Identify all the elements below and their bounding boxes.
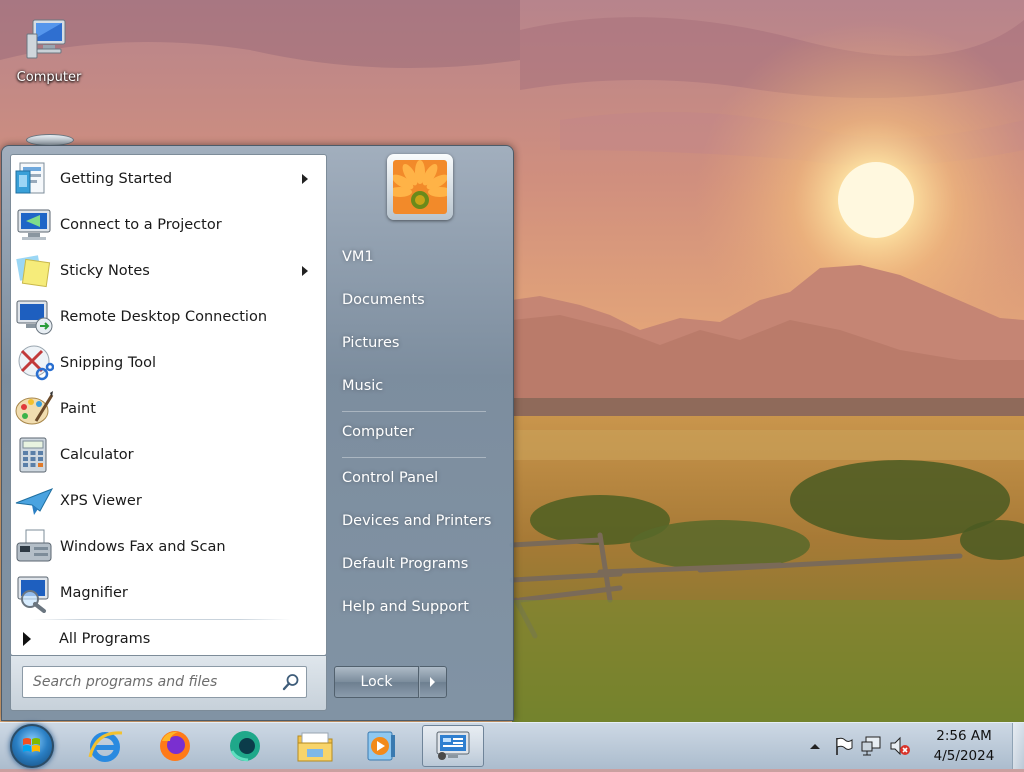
start-menu-places-pane: VM1 Documents Pictures Music Computer Co… xyxy=(327,146,513,720)
start-item-label: Calculator xyxy=(60,447,134,463)
scissors-icon xyxy=(14,343,55,383)
media-player-icon xyxy=(367,731,395,761)
start-item-label: Windows Fax and Scan xyxy=(60,539,226,555)
show-desktop-button[interactable] xyxy=(1012,723,1024,769)
clock-time: 2:56 AM xyxy=(936,728,992,744)
clock-date: 4/5/2024 xyxy=(933,748,995,764)
search-input[interactable] xyxy=(31,667,280,697)
start-item-magnifier[interactable]: Magnifier xyxy=(14,571,320,615)
start-item-label: Sticky Notes xyxy=(60,263,150,279)
network-icon[interactable] xyxy=(860,735,884,757)
chevron-up-icon xyxy=(810,744,820,749)
start-item-label: Paint xyxy=(60,401,96,417)
submenu-arrow-icon[interactable] xyxy=(302,174,308,184)
start-menu-programs-pane: Getting Started Connect to a Projector S… xyxy=(10,154,327,656)
start-item-snipping-tool[interactable]: Snipping Tool xyxy=(14,341,320,385)
start-item-xps-viewer[interactable]: XPS Viewer xyxy=(14,479,320,523)
computer-icon xyxy=(25,16,73,64)
places-separator xyxy=(342,457,486,458)
projector-icon xyxy=(14,205,54,245)
getting-started-icon xyxy=(14,159,54,199)
desktop-icon-label: Computer xyxy=(16,70,82,85)
all-programs-arrow-icon xyxy=(23,632,31,646)
chevron-right-icon xyxy=(430,677,435,687)
programs-separator xyxy=(31,619,291,620)
search-icon[interactable] xyxy=(282,673,300,691)
start-place-user-folder[interactable]: VM1 xyxy=(342,249,374,265)
submenu-arrow-icon[interactable] xyxy=(302,266,308,276)
start-item-windows-fax-and-scan[interactable]: Windows Fax and Scan xyxy=(14,525,320,569)
flower-avatar-icon xyxy=(393,160,447,214)
taskbar-firefox[interactable] xyxy=(147,725,203,767)
internet-explorer-icon xyxy=(88,731,123,762)
xps-viewer-icon xyxy=(14,481,54,521)
search-box[interactable] xyxy=(22,666,307,698)
all-programs-label: All Programs xyxy=(59,631,151,647)
start-place-documents[interactable]: Documents xyxy=(342,292,425,308)
start-place-control-panel[interactable]: Control Panel xyxy=(342,470,438,486)
volume-muted-icon[interactable] xyxy=(888,735,912,757)
shutdown-options-button[interactable] xyxy=(419,666,447,698)
start-place-devices-and-printers[interactable]: Devices and Printers xyxy=(342,513,491,529)
remote-desktop-icon xyxy=(14,297,54,337)
taskbar-media-player[interactable] xyxy=(353,725,409,767)
start-item-label: Getting Started xyxy=(60,171,173,187)
calculator-icon xyxy=(14,435,54,475)
desktop-icon-computer[interactable]: Computer xyxy=(10,16,88,85)
system-clock[interactable]: 2:56 AM 4/5/2024 xyxy=(928,726,1000,766)
start-item-label: Remote Desktop Connection xyxy=(60,309,268,325)
start-item-label: Connect to a Projector xyxy=(60,217,222,233)
file-explorer-icon xyxy=(297,732,333,762)
start-item-label: Snipping Tool xyxy=(60,355,157,371)
fax-icon xyxy=(14,527,54,567)
all-programs-button[interactable]: All Programs xyxy=(21,627,150,651)
start-place-music[interactable]: Music xyxy=(342,378,383,394)
start-item-paint[interactable]: Paint xyxy=(14,387,320,431)
remote-desktop-app-icon xyxy=(436,731,470,760)
start-place-pictures[interactable]: Pictures xyxy=(342,335,399,351)
start-item-calculator[interactable]: Calculator xyxy=(14,433,320,477)
start-menu: Getting Started Connect to a Projector S… xyxy=(1,145,514,721)
paint-palette-icon xyxy=(14,389,54,429)
start-item-remote-desktop-connection[interactable]: Remote Desktop Connection xyxy=(14,295,320,339)
user-picture[interactable] xyxy=(387,154,453,220)
taskbar-remote-desktop-app[interactable] xyxy=(422,725,484,767)
search-area xyxy=(10,656,327,711)
taskbar-file-explorer[interactable] xyxy=(287,725,343,767)
places-separator xyxy=(342,411,486,412)
show-hidden-icons-button[interactable] xyxy=(804,735,826,757)
start-place-computer[interactable]: Computer xyxy=(342,424,414,440)
start-item-connect-to-projector[interactable]: Connect to a Projector xyxy=(14,203,320,247)
browser-app-icon xyxy=(230,731,260,762)
start-button[interactable] xyxy=(10,724,54,768)
start-item-getting-started[interactable]: Getting Started xyxy=(14,157,320,201)
windows-logo-icon xyxy=(23,738,40,752)
notification-area xyxy=(804,723,912,769)
start-item-sticky-notes[interactable]: Sticky Notes xyxy=(14,249,320,293)
start-item-label: XPS Viewer xyxy=(60,493,142,509)
firefox-icon xyxy=(160,731,190,761)
start-item-label: Magnifier xyxy=(60,585,128,601)
magnifier-icon xyxy=(14,573,54,613)
taskbar: 2:56 AM 4/5/2024 xyxy=(0,722,1024,769)
taskbar-internet-explorer[interactable] xyxy=(77,725,133,767)
action-center-icon[interactable] xyxy=(832,735,856,757)
taskbar-browser-app[interactable] xyxy=(217,725,273,767)
start-place-default-programs[interactable]: Default Programs xyxy=(342,556,468,572)
start-place-help-and-support[interactable]: Help and Support xyxy=(342,599,469,615)
sticky-notes-icon xyxy=(14,251,54,291)
lock-button[interactable]: Lock xyxy=(334,666,419,698)
